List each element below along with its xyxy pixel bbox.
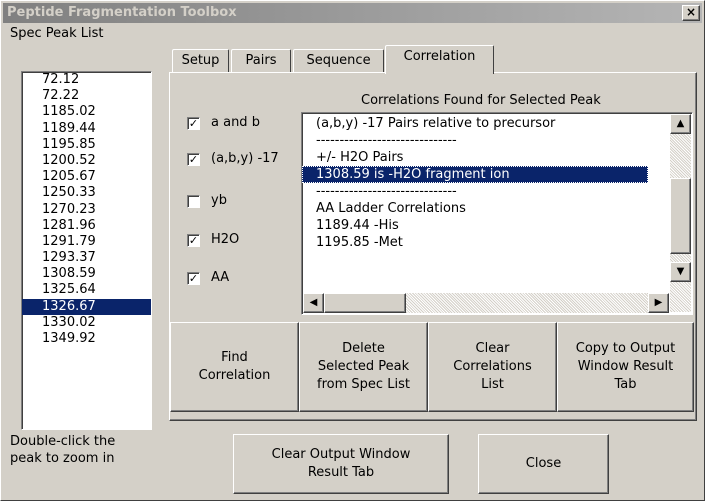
list-item[interactable]: 1293.37	[22, 250, 151, 266]
checkbox-a-and-b-box[interactable]: ✓	[187, 117, 200, 130]
copy-to-output-button[interactable]: Copy to Output Window Result Tab	[557, 322, 694, 412]
spec-peak-list-label: Spec Peak List	[10, 26, 104, 41]
tab-sequence[interactable]: Sequence	[293, 49, 384, 73]
list-item[interactable]: 72.12	[22, 72, 151, 88]
close-button[interactable]: Close	[478, 434, 609, 494]
scroll-left-icon[interactable]: ◀	[303, 293, 324, 313]
list-item[interactable]: 1195.85 -Met	[302, 234, 670, 251]
list-item[interactable]: (a,b,y) -17 Pairs relative to precursor	[302, 115, 670, 132]
checkbox-h2o-box[interactable]: ✓	[187, 234, 200, 247]
correlations-list-title: Correlations Found for Selected Peak	[361, 93, 601, 108]
window-title: Peptide Fragmentation Toolbox	[7, 5, 237, 20]
tab-setup[interactable]: Setup	[172, 49, 229, 73]
list-item[interactable]: +/- H2O Pairs	[302, 149, 670, 166]
scroll-up-icon[interactable]: ▲	[670, 114, 691, 134]
list-item[interactable]: 1330.02	[22, 315, 151, 331]
check-icon: ✓	[188, 153, 199, 166]
check-icon: ✓	[188, 272, 199, 285]
list-item[interactable]: 1325.64	[22, 282, 151, 298]
checkbox-yb-label: yb	[211, 193, 227, 208]
list-item[interactable]: 1189.44 -His	[302, 217, 670, 234]
list-item[interactable]: ------------------------------	[302, 183, 670, 200]
find-correlation-button[interactable]: Find Correlation	[170, 322, 299, 412]
tab-correlation[interactable]: Correlation	[385, 45, 494, 74]
clear-output-window-button[interactable]: Clear Output Window Result Tab	[233, 434, 449, 494]
checkbox-aa-label: AA	[211, 270, 230, 285]
list-item[interactable]: 1185.02	[22, 104, 151, 120]
clear-correlations-list-button[interactable]: Clear Correlations List	[428, 322, 557, 412]
vertical-scroll-thumb[interactable]	[670, 178, 691, 254]
horizontal-scroll-thumb[interactable]	[324, 293, 406, 313]
list-item[interactable]: 1200.52	[22, 153, 151, 169]
checkbox-abcy-17-label: (a,b,y) -17	[211, 151, 279, 166]
list-item[interactable]: 1291.79	[22, 234, 151, 250]
list-item[interactable]: 1250.33	[22, 185, 151, 201]
checkbox-yb-box[interactable]	[187, 195, 200, 208]
checkbox-h2o-label: H2O	[211, 232, 240, 247]
checkbox-abcy-17-box[interactable]: ✓	[187, 153, 200, 166]
check-icon: ✓	[188, 117, 199, 130]
checkbox-a-and-b-label: a and b	[211, 115, 260, 130]
dialog-window: Peptide Fragmentation Toolbox × Spec Pea…	[0, 0, 705, 501]
checkbox-aa-box[interactable]: ✓	[187, 272, 200, 285]
list-item[interactable]: 1308.59 is -H2O fragment ion	[302, 166, 648, 183]
list-item[interactable]: 1205.67	[22, 169, 151, 185]
vertical-scrollbar[interactable]: ▲ ▼	[670, 114, 691, 312]
tab-pairs[interactable]: Pairs	[231, 49, 291, 73]
list-item[interactable]: 1270.23	[22, 202, 151, 218]
list-item[interactable]: 1189.44	[22, 121, 151, 137]
scroll-right-icon[interactable]: ▶	[648, 293, 669, 313]
list-item[interactable]: 1308.59	[22, 266, 151, 282]
correlations-list-items: (a,b,y) -17 Pairs relative to precursor -…	[302, 113, 670, 251]
title-bar[interactable]: Peptide Fragmentation Toolbox ×	[3, 3, 702, 23]
scroll-down-icon[interactable]: ▼	[670, 262, 691, 282]
horizontal-scrollbar[interactable]: ◀ ▶	[303, 293, 669, 313]
list-item[interactable]: 72.22	[22, 88, 151, 104]
correlations-list[interactable]: (a,b,y) -17 Pairs relative to precursor -…	[301, 112, 693, 315]
spec-peak-list[interactable]: 72.12 72.22 1185.02 1189.44 1195.85 1200.52 12…	[21, 71, 152, 430]
list-item[interactable]: 1195.85	[22, 137, 151, 153]
list-item[interactable]: 1326.67	[22, 298, 151, 315]
list-item[interactable]: ------------------------------	[302, 132, 670, 149]
delete-selected-peak-button[interactable]: Delete Selected Peak from Spec List	[299, 322, 428, 412]
list-item[interactable]: AA Ladder Correlations	[302, 200, 670, 217]
check-icon: ✓	[188, 234, 199, 247]
list-item[interactable]: 1281.96	[22, 218, 151, 234]
zoom-hint-text: Double-click the peak to zoom in	[10, 434, 116, 466]
list-item[interactable]: 1349.92	[22, 331, 151, 347]
close-window-button[interactable]: ×	[682, 5, 700, 21]
